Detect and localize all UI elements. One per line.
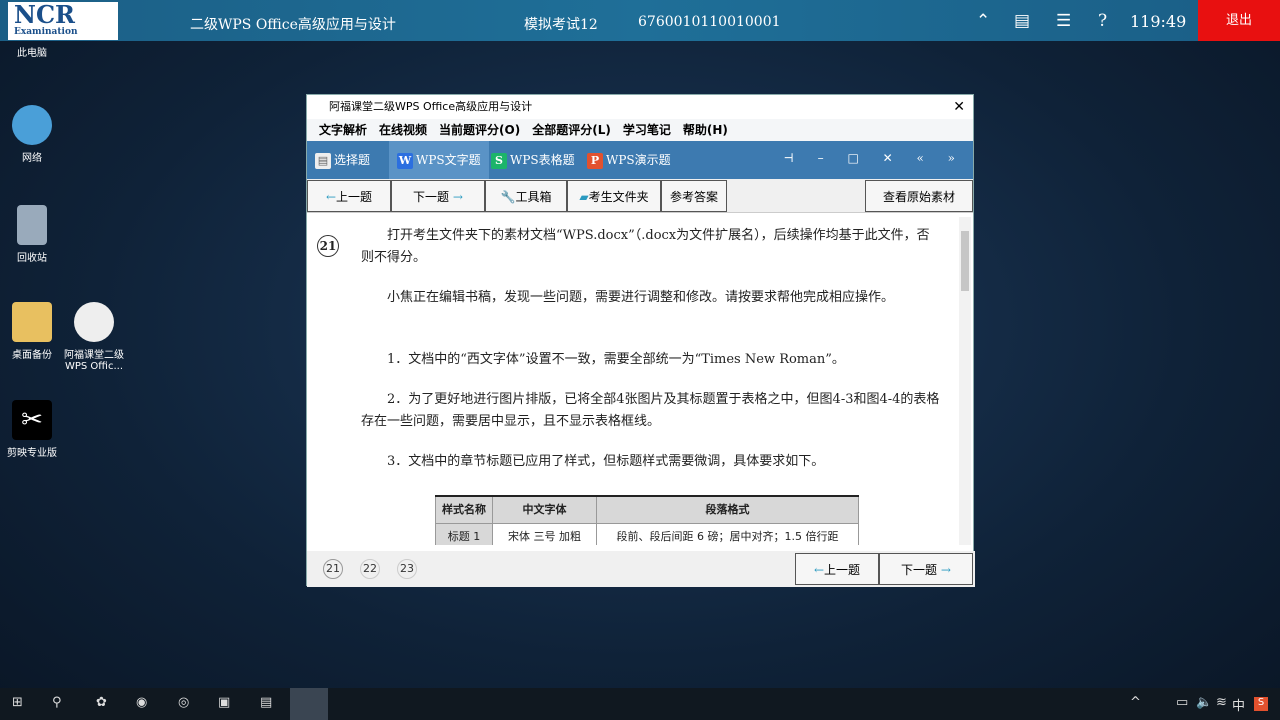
- menu-score-all[interactable]: 全部题评分(L): [532, 123, 611, 137]
- window-titlebar: 阿福课堂二级WPS Office高级应用与设计 ✕: [307, 95, 973, 119]
- exam-name: 模拟考试12: [524, 17, 598, 33]
- window-controls[interactable]: ⊣ – □ ✕ « »: [784, 151, 965, 165]
- desktop-icon-capcut[interactable]: ✂ 剪映专业版: [0, 400, 72, 459]
- view-original-button[interactable]: 查看原始素材: [865, 180, 973, 212]
- desktop-icon-recycle-bin[interactable]: 回收站: [0, 205, 72, 264]
- menu-notes[interactable]: 学习笔记: [623, 123, 671, 137]
- timer: 119:49: [1130, 12, 1187, 31]
- tab-wps-slides[interactable]: P WPS演示题: [579, 141, 679, 179]
- menu-bar: 文字解析 在线视频 当前题评分(O) 全部题评分(L) 学习笔记 帮助(H): [307, 119, 973, 141]
- desktop-icon-network[interactable]: 网络: [0, 105, 72, 164]
- page-21[interactable]: 21: [323, 559, 343, 579]
- tab-wps-writer[interactable]: W WPS文字题: [389, 141, 489, 179]
- prev-question-button[interactable]: ←上一题: [307, 180, 391, 212]
- exit-button[interactable]: 退出: [1198, 0, 1280, 41]
- style-table: 样式名称 中文字体 段落格式 标题 1 宋体 三号 加粗 段前、段后间距 6 磅；居中对…: [435, 495, 859, 545]
- start-icon[interactable]: ⊞: [12, 695, 23, 710]
- volume-icon[interactable]: 🔈: [1196, 695, 1212, 710]
- app-icon[interactable]: ▣: [218, 695, 230, 710]
- reference-answer-button[interactable]: 参考答案: [661, 180, 727, 212]
- menu-help[interactable]: 帮助(H): [683, 123, 728, 137]
- close-icon[interactable]: ✕: [953, 95, 965, 119]
- bottom-prev-button[interactable]: ←上一题: [795, 553, 879, 585]
- bottom-nav: 21 22 23 ←上一题 下一题 →: [307, 551, 975, 587]
- document-icon[interactable]: ▤: [1014, 11, 1030, 31]
- question-number: 21: [317, 235, 339, 257]
- collapse-icon[interactable]: ⌃: [976, 11, 990, 31]
- list-icon[interactable]: ☰: [1056, 11, 1071, 31]
- course-app-icon[interactable]: [290, 688, 328, 720]
- tab-wps-sheet[interactable]: S WPS表格题: [483, 141, 583, 179]
- toolbar: ←上一题 下一题 → 🔧工具箱 ▰考生文件夹 参考答案 查看原始素材: [307, 179, 973, 213]
- question-content: 21 打开考生文件夹下的素材文档“WPS.docx”（.docx为文件扩展名），…: [307, 215, 959, 545]
- paragraph: 3．文档中的章节标题已应用了样式，但标题样式需要微调，具体要求如下。: [387, 454, 825, 469]
- scrollbar[interactable]: [959, 217, 971, 545]
- help-icon[interactable]: ?: [1098, 11, 1107, 31]
- tray-chevron-icon[interactable]: ^: [1130, 695, 1141, 710]
- page-23[interactable]: 23: [397, 559, 417, 579]
- course-window: 阿福课堂二级WPS Office高级应用与设计 ✕ 文字解析 在线视频 当前题评分(O…: [306, 94, 975, 587]
- next-question-button[interactable]: 下一题 →: [391, 180, 485, 212]
- menu-score-current[interactable]: 当前题评分(O): [439, 123, 520, 137]
- wifi-icon[interactable]: ≋: [1216, 695, 1227, 710]
- ime-indicator[interactable]: 中: [1232, 695, 1245, 714]
- exam-title: 二级WPS Office高级应用与设计: [190, 17, 396, 33]
- bottom-next-button[interactable]: 下一题 →: [879, 553, 973, 585]
- taskbar: ⊞ ⚲ ✿ ◉ ◎ ▣ ▤ ^ ▭ 🔈 ≋ 中 S: [0, 688, 1280, 720]
- exam-folder-button[interactable]: ▰考生文件夹: [567, 180, 661, 212]
- desktop-icon-this-pc[interactable]: 此电脑: [0, 44, 72, 59]
- tab-choice[interactable]: ▤ 选择题: [307, 141, 378, 179]
- paragraph: 小焦正在编辑书稿，发现一些问题，需要进行调整和修改。请按要求帮他完成相应操作。: [387, 290, 895, 305]
- page-22[interactable]: 22: [360, 559, 380, 579]
- menu-text-analysis[interactable]: 文字解析: [319, 123, 367, 137]
- paragraph: 打开考生文件夹下的素材文档“WPS.docx”（.docx为文件扩展名），后续操…: [361, 228, 930, 265]
- app-icon[interactable]: ✿: [96, 695, 107, 710]
- chrome-icon[interactable]: ◎: [178, 695, 189, 710]
- desktop-icon-wps-course[interactable]: 阿福课堂二级WPS Offic...: [54, 302, 134, 372]
- app-icon[interactable]: ▤: [260, 695, 272, 710]
- paragraph: 1．文档中的“西文字体”设置不一致，需要全部统一为“Times New Roma…: [387, 352, 845, 367]
- toolbox-button[interactable]: 🔧工具箱: [485, 180, 567, 212]
- menu-online-video[interactable]: 在线视频: [379, 123, 427, 137]
- search-icon[interactable]: ⚲: [52, 695, 62, 710]
- exam-topbar: NCR Examination 二级WPS Office高级应用与设计 模拟考试1…: [0, 0, 1280, 41]
- paragraph: 2．为了更好地进行图片排版，已将全部4张图片及其标题置于表格之中，但图4-3和图…: [361, 392, 940, 429]
- ncr-logo: NCR Examination: [8, 2, 118, 40]
- browser-icon[interactable]: ◉: [136, 695, 147, 710]
- question-type-tabs: ▤ 选择题 W WPS文字题 S WPS表格题 P WPS演示题 ⊣ – □ ✕ « »: [307, 141, 973, 179]
- wps-tray-icon[interactable]: S: [1254, 697, 1268, 711]
- exam-id: 6760010110010001: [638, 14, 781, 30]
- battery-icon: ▭: [1176, 695, 1189, 710]
